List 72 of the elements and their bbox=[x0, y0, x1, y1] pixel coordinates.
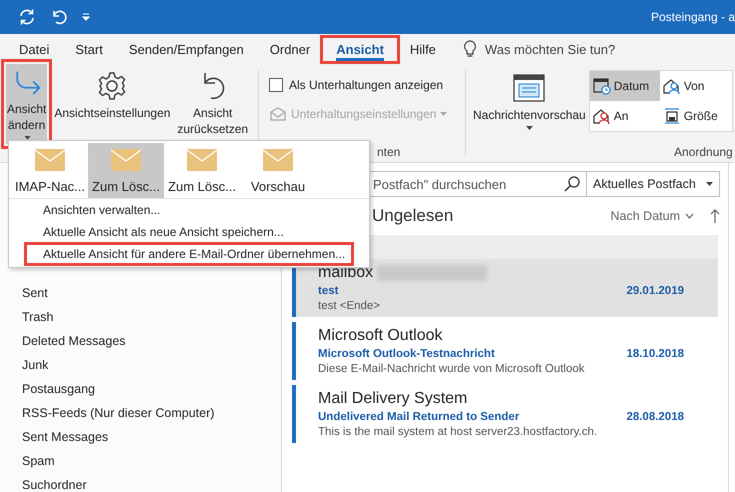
group-label: Anordnung bbox=[674, 145, 733, 159]
arrangement-option[interactable]: Von bbox=[660, 71, 732, 101]
ribbon-button[interactable]: Ansicht zurücksetzen bbox=[171, 64, 254, 144]
envelope-icon bbox=[187, 149, 217, 171]
preview-window-icon bbox=[513, 74, 546, 104]
folder-item[interactable]: Sent bbox=[22, 281, 281, 305]
search-scope-dropdown[interactable]: Aktuelles Postfach bbox=[587, 171, 720, 197]
customize-caret-icon[interactable] bbox=[82, 13, 90, 21]
message-item[interactable]: Microsoft Outlook Microsoft Outlook-Testnachricht 18.10.2018 Diese E-Mail-Nachricht wurde von Microsoft Outlook bbox=[292, 322, 718, 380]
message-preview: This is the mail system at host server23.hostfactory.ch. bbox=[318, 426, 598, 438]
message-preview-button[interactable]: Nachrichtenvorschau bbox=[472, 64, 587, 144]
caret-icon bbox=[706, 182, 713, 186]
window-title: Posteingang - a bbox=[650, 10, 735, 24]
message-subject: test bbox=[318, 285, 338, 297]
person-icon bbox=[592, 107, 611, 125]
search-icon[interactable] bbox=[564, 176, 580, 192]
arrangement-option[interactable]: Größe bbox=[660, 101, 732, 131]
message-sender: mailbox bbox=[318, 264, 374, 282]
sort-dropdown[interactable]: Nach Datum bbox=[610, 209, 694, 223]
menu-tab[interactable]: Ordner bbox=[256, 38, 324, 60]
message-date: 29.01.2019 bbox=[626, 285, 684, 297]
envelope-icon bbox=[111, 149, 141, 171]
message-date: 28.08.2018 bbox=[626, 411, 684, 423]
folder-item[interactable]: Trash bbox=[22, 305, 281, 329]
envelope-icon bbox=[35, 149, 65, 171]
menu-tab[interactable]: Ansicht bbox=[323, 38, 397, 60]
envelope-icon bbox=[269, 106, 287, 122]
sync-icon[interactable] bbox=[18, 8, 36, 26]
chevron-down-icon bbox=[685, 213, 694, 219]
person-icon bbox=[662, 77, 681, 95]
view-gallery-item[interactable]: Zum Lösc... bbox=[164, 143, 240, 198]
caret-icon bbox=[440, 112, 448, 116]
folder-item[interactable]: Sent Messages bbox=[22, 425, 281, 449]
menu-tab[interactable]: Start bbox=[62, 38, 116, 60]
view-gallery-item[interactable]: IMAP-Nac... bbox=[12, 143, 88, 198]
message-item[interactable]: mailbox test 29.01.2019 test <Ende> bbox=[292, 259, 718, 317]
gear-icon bbox=[96, 70, 128, 102]
calendar-icon bbox=[592, 77, 611, 95]
lightbulb-icon bbox=[462, 40, 477, 58]
ribbon-button[interactable]: Ansichtseinstellungen bbox=[53, 64, 172, 144]
message-preview: Diese E-Mail-Nachricht wurde von Microsoft Outlook bbox=[318, 363, 586, 375]
message-item[interactable]: Mail Delivery System Undelivered Mail Returned to Sender 28.08.2018 This is the mail system at host server23.hostfactory.ch. bbox=[292, 385, 718, 443]
unread-filter[interactable]: Ungelesen bbox=[372, 206, 454, 226]
tell-me-field[interactable]: Was möchten Sie tun? bbox=[484, 42, 616, 56]
caret-icon bbox=[526, 126, 533, 130]
folder-item[interactable]: Deleted Messages bbox=[22, 329, 281, 353]
undo-icon[interactable] bbox=[50, 8, 68, 26]
conversations-checkbox[interactable]: Als Unterhaltungen anzeigen bbox=[269, 78, 455, 92]
envelope-icon bbox=[263, 149, 293, 171]
message-subject: Undelivered Mail Returned to Sender bbox=[318, 411, 520, 423]
ribbon-button[interactable]: Ansicht ändern bbox=[6, 64, 48, 144]
message-subject: Microsoft Outlook-Testnachricht bbox=[318, 348, 495, 360]
message-date: 18.10.2018 bbox=[626, 348, 684, 360]
folder-item[interactable]: Spam bbox=[22, 449, 281, 473]
menu-tab[interactable]: Senden/Empfangen bbox=[116, 38, 257, 60]
view-gallery-item[interactable]: Zum Lösc... bbox=[88, 143, 164, 198]
size-icon bbox=[662, 107, 681, 125]
message-sender: Microsoft Outlook bbox=[318, 327, 442, 345]
sort-direction-icon[interactable] bbox=[710, 208, 720, 224]
arrangement-option[interactable]: Datum bbox=[590, 71, 660, 101]
group-label: nten bbox=[377, 145, 400, 159]
folder-item[interactable]: RSS-Feeds (Nur dieser Computer) bbox=[22, 401, 281, 425]
message-preview: test <Ende> bbox=[318, 300, 382, 312]
menu-tab[interactable]: Datei bbox=[6, 38, 62, 60]
menu-tab[interactable]: Hilfe bbox=[396, 38, 449, 60]
menu-item[interactable]: Aktuelle Ansicht als neue Ansicht speichern... bbox=[9, 221, 369, 243]
folder-item[interactable]: Junk bbox=[22, 353, 281, 377]
menu-item[interactable]: Ansichten verwalten... bbox=[9, 199, 369, 221]
folder-item[interactable]: Suchordner bbox=[22, 473, 281, 492]
folder-item[interactable]: Postausgang bbox=[22, 377, 281, 401]
arrangement-option[interactable]: An bbox=[590, 101, 660, 131]
message-sender: Mail Delivery System bbox=[318, 390, 468, 408]
